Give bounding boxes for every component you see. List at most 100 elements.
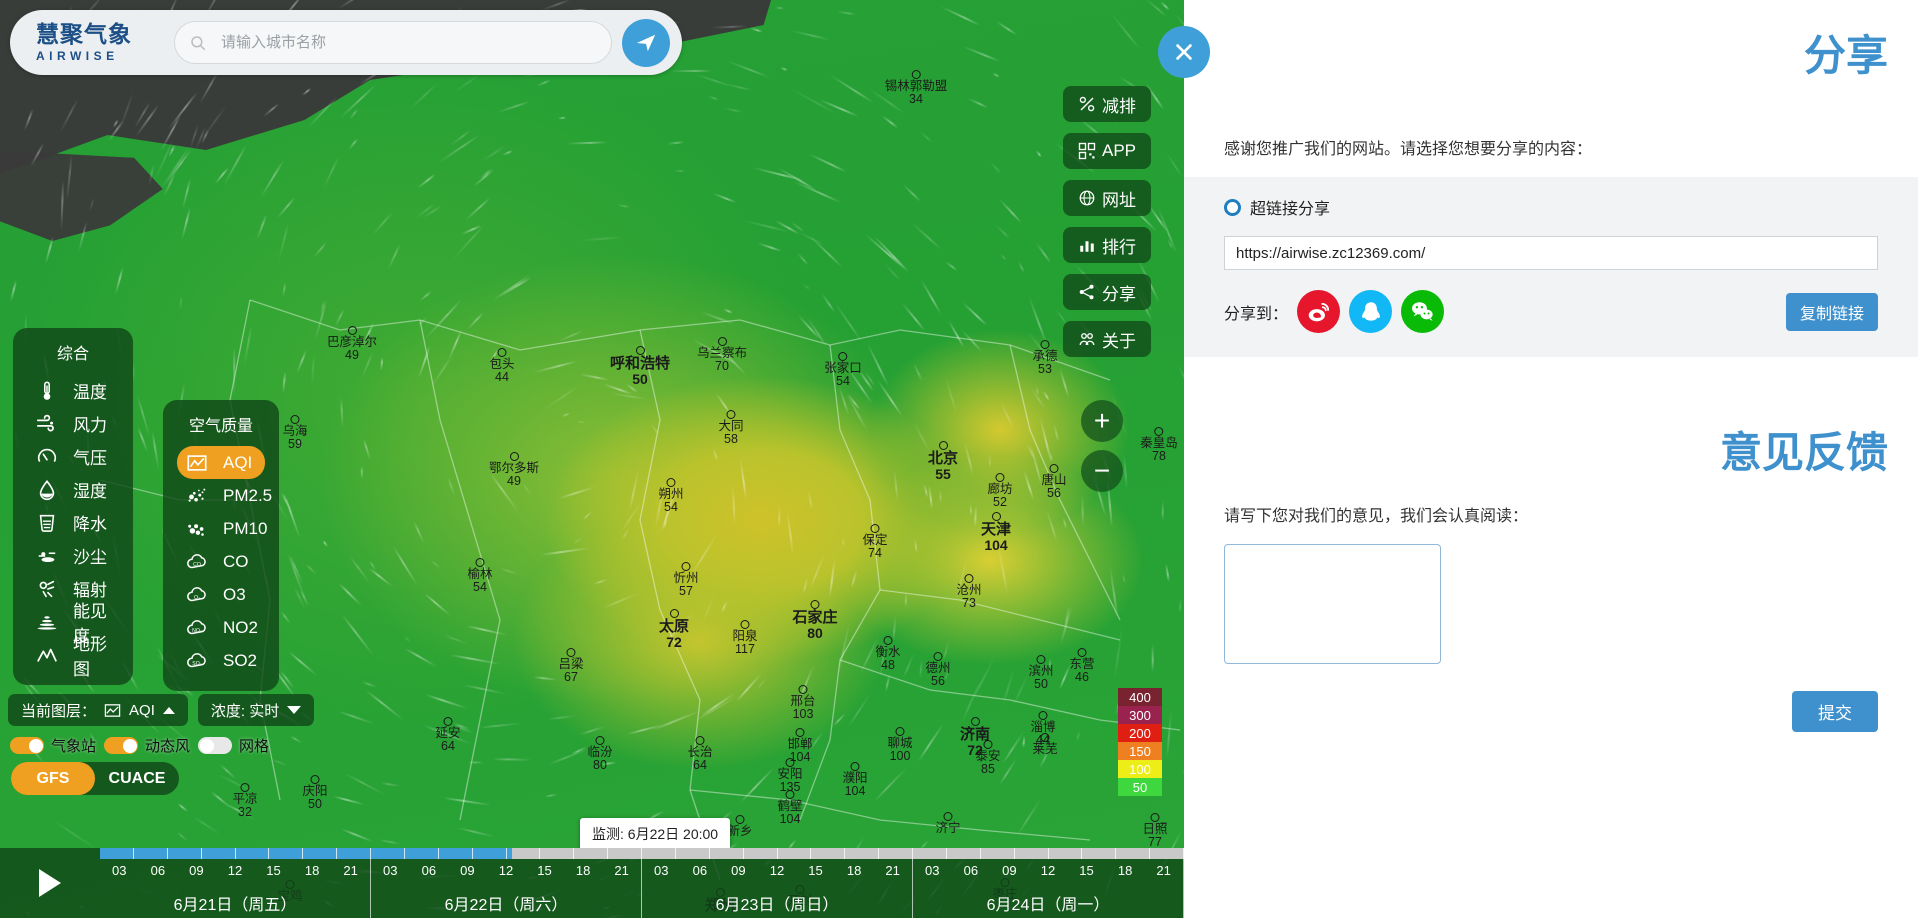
layer-item-SO2[interactable]: SO₂ SO2 [177,644,265,677]
city-label[interactable]: 濮阳 104 [842,762,868,798]
tool-button-网址[interactable]: 网址 [1063,180,1151,216]
timeline-day-column[interactable]: 03 06 09 12 15 18 21 6月23日（周日） [642,859,913,918]
city-label[interactable]: 朔州 54 [658,478,684,514]
zoom-in-button[interactable]: + [1081,400,1123,442]
current-layer-chip[interactable]: 当前图层： AQI [8,694,188,726]
layer-item-湿度[interactable]: 湿度 [27,473,119,506]
city-label[interactable]: 长治 64 [687,736,713,772]
timeline-hour-label[interactable]: 06 [693,863,707,878]
share-link-option[interactable]: 超链接分享 [1224,195,1878,219]
city-label[interactable]: 榆林 54 [467,558,493,594]
timeline-hour-label[interactable]: 09 [460,863,474,878]
city-label[interactable]: 包头 44 [489,348,515,384]
city-label[interactable]: 鄂尔多斯 49 [489,452,539,488]
timeline-day-column[interactable]: 03 06 09 12 15 18 21 6月22日（周六） [371,859,642,918]
share-url-field[interactable]: https://airwise.zc12369.com/ [1224,236,1878,270]
city-label[interactable]: 莱芜 [1032,733,1058,756]
timeline-hour-label[interactable]: 21 [1156,863,1170,878]
play-button[interactable] [0,848,100,918]
timeline-hour-label[interactable]: 09 [731,863,745,878]
wechat-icon[interactable] [1401,290,1445,333]
layer-item-PM10[interactable]: PM10 [177,512,267,545]
timeline-hour-label[interactable]: 06 [151,863,165,878]
timeline-hour-label[interactable]: 18 [576,863,590,878]
city-label[interactable]: 忻州 57 [673,562,699,598]
timeline-hour-label[interactable]: 03 [112,863,126,878]
timeline-hour-label[interactable]: 15 [266,863,280,878]
layer-item-风力[interactable]: 风力 [27,407,119,440]
city-label[interactable]: 平凉 32 [232,783,258,819]
city-label[interactable]: 乌兰察布 70 [697,337,747,373]
city-label[interactable]: 天津 104 [981,512,1011,552]
timeline-hour-label[interactable]: 12 [770,863,784,878]
city-label[interactable]: 日照 77 [1142,813,1168,849]
timeline-days[interactable]: 03 06 09 12 15 18 21 6月21日（周五） 03 06 09 12 15 18 21 6月2… [100,859,1184,918]
city-label[interactable]: 保定 74 [862,524,888,560]
panel-general[interactable]: 综合 温度 风力 气压 湿度 降水 沙尘 辐射 能见度 地形图 [13,328,133,685]
timeline-hour-label[interactable]: 12 [1041,863,1055,878]
map-toggle-group[interactable]: 气象站 动态风 网格 [10,735,269,756]
tool-button-排行[interactable]: 排行 [1063,227,1151,263]
layer-item-PM2.5[interactable]: PM2.5 [177,479,272,512]
city-label[interactable]: 泰安 85 [975,740,1001,776]
timeline-bar[interactable]: 03 06 09 12 15 18 21 6月21日（周五） 03 06 09 12 15 18 21 6月2… [0,848,1184,918]
timeline-day-column[interactable]: 03 06 09 12 15 18 21 6月24日（周一） [913,859,1184,918]
city-label[interactable]: 聊城 100 [887,727,913,763]
toggle-switch[interactable] [198,737,233,754]
timeline-hour-label[interactable]: 21 [343,863,357,878]
concentration-chip[interactable]: 浓度: 实时 [197,694,315,726]
city-label[interactable]: 鹤壁 104 [777,790,803,826]
city-label[interactable]: 衡水 48 [875,636,901,672]
city-label[interactable]: 秦皇岛 78 [1140,427,1178,463]
qq-icon[interactable] [1349,290,1393,333]
city-label[interactable]: 庆阳 50 [302,775,328,811]
city-label[interactable]: 呼和浩特 50 [610,346,670,386]
city-label[interactable]: 巴彦淖尔 49 [327,326,377,362]
copy-link-button[interactable]: 复制链接 [1785,292,1878,331]
city-label[interactable]: 济宁 [935,812,961,835]
timeline-hour-label[interactable]: 21 [885,863,899,878]
zoom-out-button[interactable]: − [1081,450,1123,492]
toggle-网格[interactable]: 网格 [198,735,269,756]
layer-item-CO[interactable]: CO CO [177,545,265,578]
search-field-wrapper[interactable] [174,21,612,64]
timeline-track[interactable]: 03 06 09 12 15 18 21 6月21日（周五） 03 06 09 12 15 18 21 6月2… [100,848,1184,918]
city-label[interactable]: 滨州 50 [1028,655,1054,691]
toggle-switch[interactable] [104,737,139,754]
city-label[interactable]: 沧州 73 [956,574,982,610]
search-input[interactable] [221,34,597,51]
timeline-day-column[interactable]: 03 06 09 12 15 18 21 6月21日（周五） [100,859,371,918]
model-button-GFS[interactable]: GFS [11,762,95,795]
city-label[interactable]: 张家口 54 [824,352,862,388]
city-label[interactable]: 太原 72 [659,609,689,649]
map-tool-list[interactable]: 减排 APP 网址 排行 分享 关于 [1063,86,1163,368]
timeline-hour-label[interactable]: 06 [422,863,436,878]
tool-button-分享[interactable]: 分享 [1063,274,1151,310]
panel-general-items[interactable]: 温度 风力 气压 湿度 降水 沙尘 辐射 能见度 地形图 [27,374,119,679]
timeline-hour-label[interactable]: 18 [1118,863,1132,878]
city-label[interactable]: 安阳 135 [777,758,803,794]
city-label[interactable]: 临汾 80 [587,736,613,772]
timeline-hour-label[interactable]: 21 [614,863,628,878]
close-panel-button[interactable] [1158,26,1210,78]
layer-item-NO2[interactable]: NO₂ NO2 [177,611,265,644]
layer-item-温度[interactable]: 温度 [27,374,119,407]
city-label[interactable]: 唐山 56 [1041,464,1067,500]
city-label[interactable]: 邢台 103 [790,685,816,721]
timeline-hour-label[interactable]: 12 [499,863,513,878]
layer-item-O3[interactable]: O₃ O3 [177,578,265,611]
city-label[interactable]: 延安 64 [435,717,461,753]
timeline-hour-label[interactable]: 15 [537,863,551,878]
model-button-CUACE[interactable]: CUACE [95,762,179,795]
city-label[interactable]: 吕梁 67 [558,648,584,684]
timeline-hour-label[interactable]: 06 [964,863,978,878]
submit-feedback-button[interactable]: 提交 [1792,691,1878,732]
city-label[interactable]: 廊坊 52 [987,473,1013,509]
timeline-hour-label[interactable]: 03 [925,863,939,878]
timeline-hour-label[interactable]: 03 [383,863,397,878]
locate-button[interactable] [622,18,670,67]
panel-air-quality[interactable]: 空气质量 AQI PM2.5 PM10 CO CO O₃ O3 NO₂ NO2 SO₂ SO2 [163,400,279,691]
city-label[interactable]: 阳泉 117 [732,620,758,656]
city-label[interactable]: 锡林郭勒盟 34 [885,70,947,106]
layer-item-沙尘[interactable]: 沙尘 [27,539,119,572]
